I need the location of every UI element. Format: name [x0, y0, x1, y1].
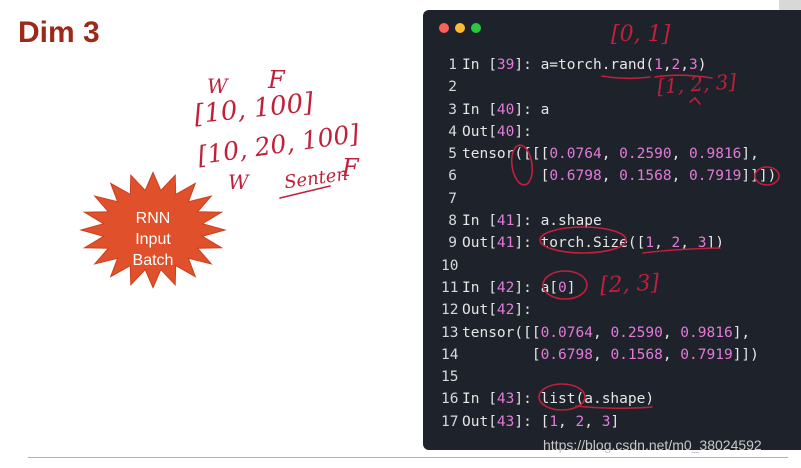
underline-shape	[575, 405, 653, 410]
annotation-layer	[279, 74, 780, 411]
circle-torch-size	[539, 226, 627, 254]
stroke-brace-b	[689, 96, 701, 105]
code-note-result: [2, 3]	[599, 270, 660, 299]
circle-closing-bracket	[754, 166, 780, 186]
stroke-brace-a	[279, 185, 331, 199]
circle-tensor-bracket	[510, 144, 534, 186]
slide-divider	[28, 457, 788, 458]
underline-size	[642, 247, 721, 254]
underline-rand	[601, 75, 651, 80]
code-note-range: [0, 1]	[611, 22, 671, 47]
circle-index	[542, 270, 588, 300]
watermark: https://blog.csdn.net/m0_38024592	[543, 437, 762, 453]
